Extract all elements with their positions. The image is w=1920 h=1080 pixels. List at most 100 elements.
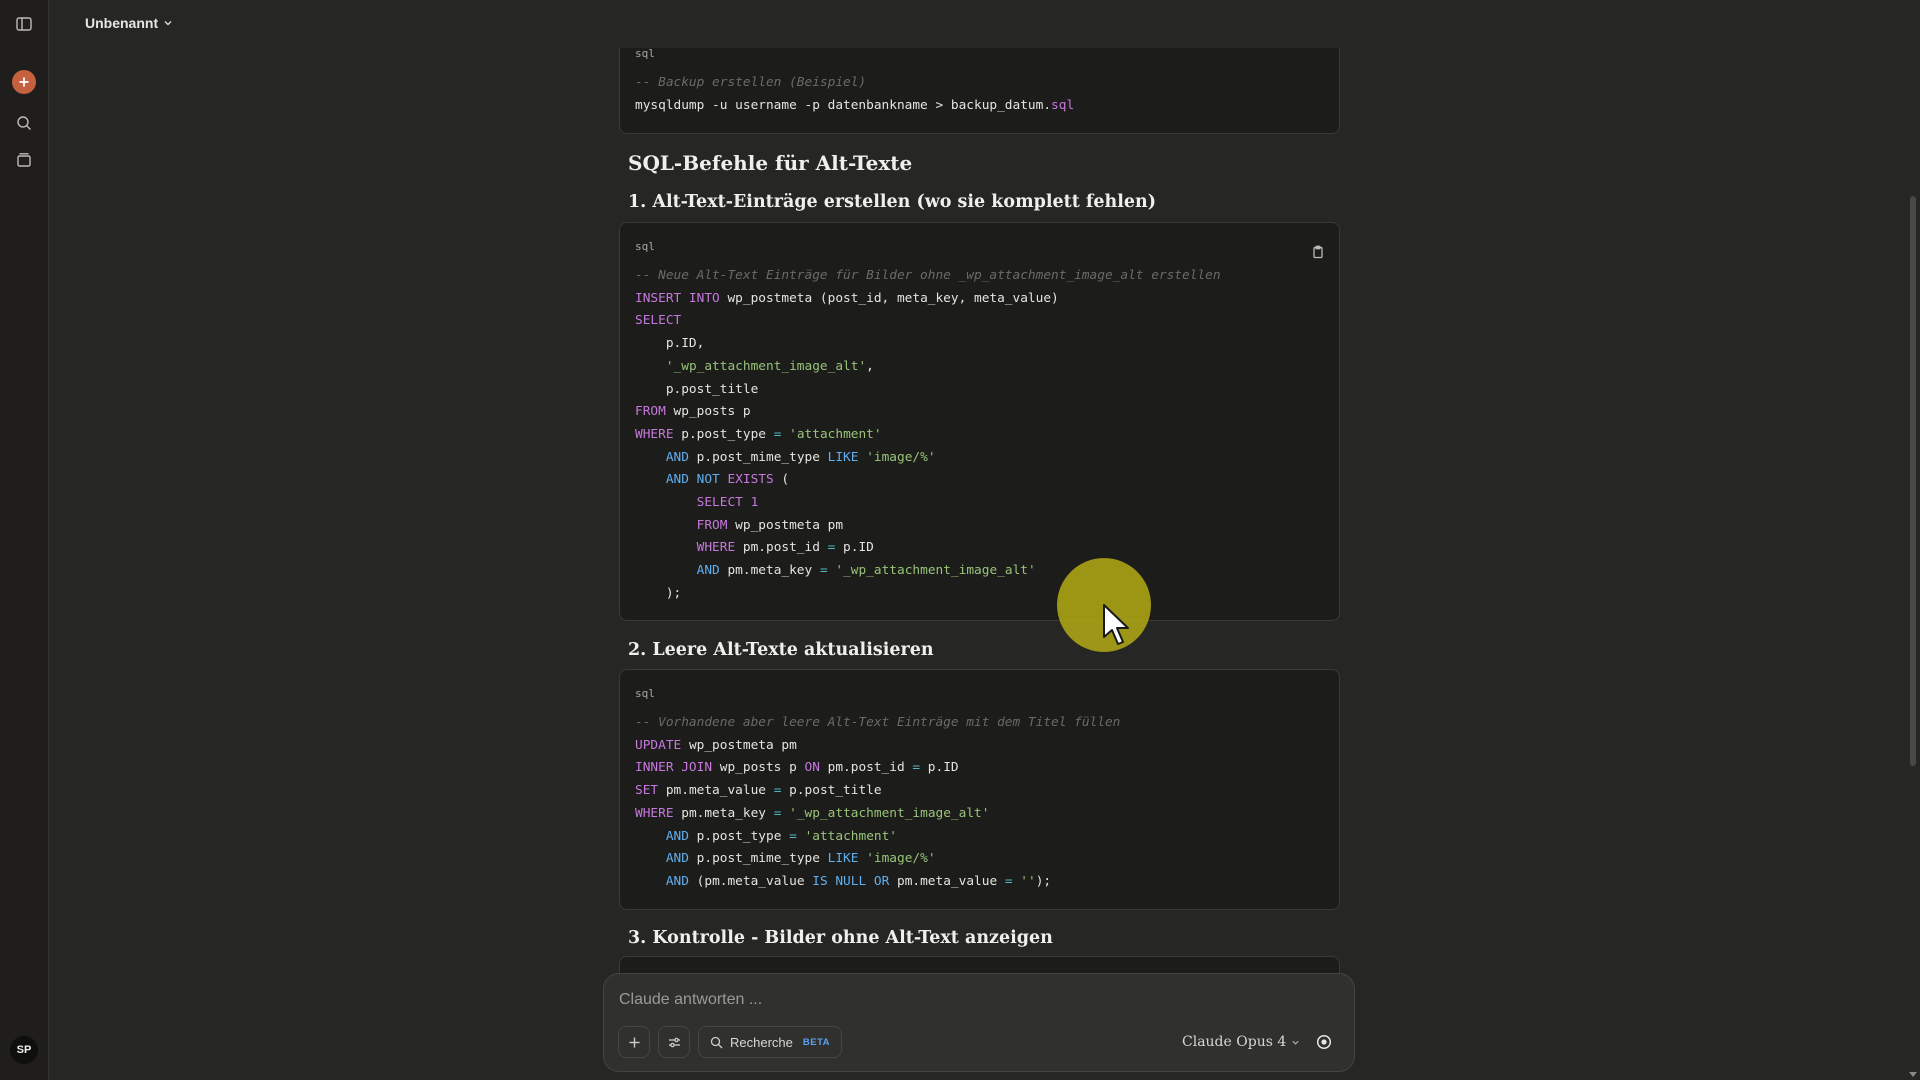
plus-icon xyxy=(629,1037,639,1047)
chats-button[interactable] xyxy=(13,149,35,171)
code-token: ); xyxy=(635,585,682,601)
code-token: p.post_title xyxy=(781,783,882,799)
code-token: wp_posts p xyxy=(665,404,751,420)
code-line: SELECT xyxy=(635,313,681,328)
code-line: ); xyxy=(635,586,681,601)
scroll-down-arrow-icon[interactable] xyxy=(1909,1070,1917,1078)
search-icon xyxy=(710,1036,723,1048)
code-language-label: sql xyxy=(635,240,655,253)
code-content: -- Neue Alt-Text Einträge für Bilder ohn… xyxy=(635,265,1221,606)
code-token: 'attachment' xyxy=(804,828,898,844)
record-button[interactable] xyxy=(1308,1026,1340,1058)
code-token: AND xyxy=(696,563,720,579)
user-avatar[interactable]: SP xyxy=(10,1036,38,1064)
code-token: p.ID xyxy=(920,760,959,776)
code-token: = xyxy=(912,760,921,776)
code-token: EXISTS xyxy=(727,472,774,488)
code-token: UPDATE xyxy=(635,737,682,753)
step-heading-2: 2. Leere Alt-Texte aktualisieren xyxy=(628,640,934,660)
code-token: pm.post_id xyxy=(819,760,913,776)
code-token: sql xyxy=(1051,97,1075,113)
chats-icon xyxy=(17,153,31,167)
code-content: -- Backup erstellen (Beispiel) mysqldump… xyxy=(635,72,1074,117)
add-attachment-button[interactable] xyxy=(618,1026,650,1058)
chevron-down-icon xyxy=(164,21,172,26)
step-heading-3: 3. Kontrolle - Bilder ohne Alt-Text anze… xyxy=(628,928,1053,948)
search-chats-button[interactable] xyxy=(13,112,35,134)
code-line: -- Backup erstellen (Beispiel) xyxy=(635,75,866,90)
plus-icon xyxy=(19,77,29,87)
code-token: LIKE xyxy=(827,449,859,465)
step-heading-1: 1. Alt-Text-Einträge erstellen (wo sie k… xyxy=(628,192,1157,212)
new-chat-button[interactable] xyxy=(12,70,36,94)
copy-icon[interactable] xyxy=(1311,245,1325,259)
search-icon xyxy=(17,116,31,130)
code-line: p.ID, xyxy=(635,336,705,351)
code-token: -- Backup erstellen (Beispiel) xyxy=(635,75,867,90)
code-token: p.post_type xyxy=(688,828,790,844)
code-token: p.post_mime_type xyxy=(688,851,828,867)
code-token: AND xyxy=(665,873,689,889)
code-token: pm.meta_value xyxy=(889,873,1005,889)
code-token: WHERE xyxy=(635,426,674,442)
code-line: UPDATE wp_postmeta pm xyxy=(635,738,797,753)
code-token: 'image/%' xyxy=(866,851,936,867)
code-token: (pm.meta_value xyxy=(688,873,813,889)
code-content: -- Vorhandene aber leere Alt-Text Einträ… xyxy=(635,712,1120,894)
code-token: mysqldump -u username -p datenbankname >… xyxy=(635,97,1052,113)
beta-badge: BETA xyxy=(802,1036,831,1048)
code-line: INSERT INTO wp_postmeta (post_id, meta_k… xyxy=(635,291,1059,306)
code-token: wp_posts p xyxy=(712,760,805,776)
code-token: AND xyxy=(665,449,689,465)
research-toggle-button[interactable]: Recherche BETA xyxy=(698,1026,843,1058)
code-token: pm.meta_key xyxy=(719,563,820,579)
code-line: -- Neue Alt-Text Einträge für Bilder ohn… xyxy=(635,268,1221,283)
code-token: pm.meta_key xyxy=(673,805,774,821)
code-token: -- Vorhandene aber leere Alt-Text Einträ… xyxy=(635,715,1121,730)
code-token: FROM xyxy=(635,404,666,420)
code-token: SET xyxy=(635,783,659,799)
code-token: FROM xyxy=(696,517,728,533)
code-token: , xyxy=(866,358,874,374)
code-token: AND xyxy=(665,828,689,844)
code-token: p.post_title xyxy=(635,381,759,397)
code-line: SET pm.meta_value = p.post_title xyxy=(635,783,882,798)
model-selector[interactable]: Claude Opus 4 xyxy=(1182,1034,1300,1050)
code-line: AND p.post_mime_type LIKE 'image/%' xyxy=(635,851,936,866)
scrollbar[interactable] xyxy=(1906,48,1920,1080)
code-token: wp_postmeta pm xyxy=(727,517,844,533)
chat-title-dropdown[interactable]: Unbenannt xyxy=(85,15,173,31)
chat-title: Unbenannt xyxy=(85,15,159,31)
code-token: ( xyxy=(773,472,790,488)
code-token: AND xyxy=(665,851,689,867)
code-line: AND p.post_type = 'attachment' xyxy=(635,829,897,844)
code-line: AND (pm.meta_value IS NULL OR pm.meta_va… xyxy=(635,874,1051,889)
code-line: -- Vorhandene aber leere Alt-Text Einträ… xyxy=(635,715,1120,730)
research-label: Recherche xyxy=(730,1034,793,1050)
sidebar-toggle-button[interactable] xyxy=(13,13,35,35)
code-token: LIKE xyxy=(827,851,859,867)
code-token: WHERE xyxy=(696,540,736,556)
code-token: SELECT xyxy=(635,313,682,329)
tools-settings-button[interactable] xyxy=(658,1026,690,1058)
code-token: ON xyxy=(804,760,820,776)
code-token: AND NOT xyxy=(665,472,720,488)
scroll-thumb[interactable] xyxy=(1910,196,1916,766)
code-token: '_wp_attachment_image_alt' xyxy=(789,805,990,821)
code-line: '_wp_attachment_image_alt', xyxy=(635,359,874,374)
code-line: mysqldump -u username -p datenbankname >… xyxy=(635,98,1074,113)
code-token: '_wp_attachment_image_alt' xyxy=(835,563,1036,579)
message-input[interactable] xyxy=(619,988,1219,1012)
chevron-down-icon xyxy=(1292,1040,1299,1045)
code-token: p.post_mime_type xyxy=(688,449,828,465)
top-bar: Unbenannt xyxy=(49,0,1920,48)
code-token: INSERT INTO xyxy=(635,290,720,306)
code-language-label: sql xyxy=(635,47,655,60)
